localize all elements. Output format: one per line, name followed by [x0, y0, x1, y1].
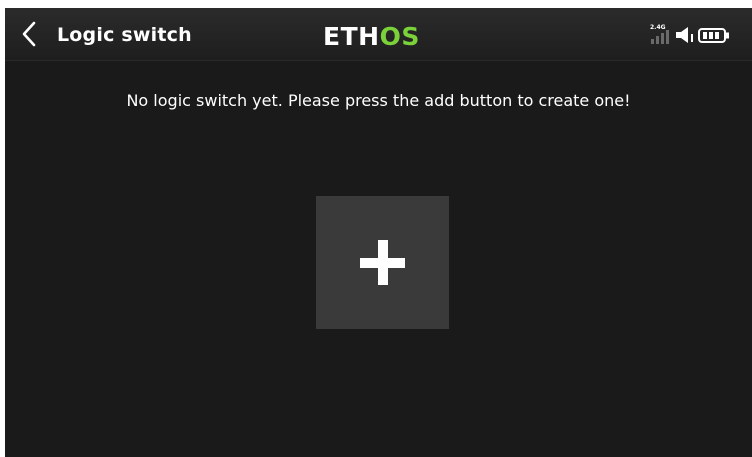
status-area: 2.4G — [640, 24, 740, 45]
speaker-icon — [676, 27, 693, 43]
chevron-left-icon — [22, 21, 36, 47]
screen: Logic switch ETHOS 2.4G No logic switch … — [5, 8, 752, 457]
header-bar: Logic switch ETHOS 2.4G — [5, 8, 752, 61]
signal-bars-icon — [651, 30, 669, 44]
add-logic-switch-button[interactable] — [316, 196, 449, 329]
empty-state-message: No logic switch yet. Please press the ad… — [126, 91, 631, 110]
back-button[interactable] — [18, 21, 42, 47]
ethos-logo: ETHOS — [323, 24, 420, 50]
logo-text-white: ETH — [323, 22, 380, 51]
battery-icon — [698, 28, 729, 43]
page-title: Logic switch — [57, 24, 192, 46]
logo-text-green: OS — [379, 22, 420, 51]
plus-icon-vertical — [378, 240, 388, 285]
